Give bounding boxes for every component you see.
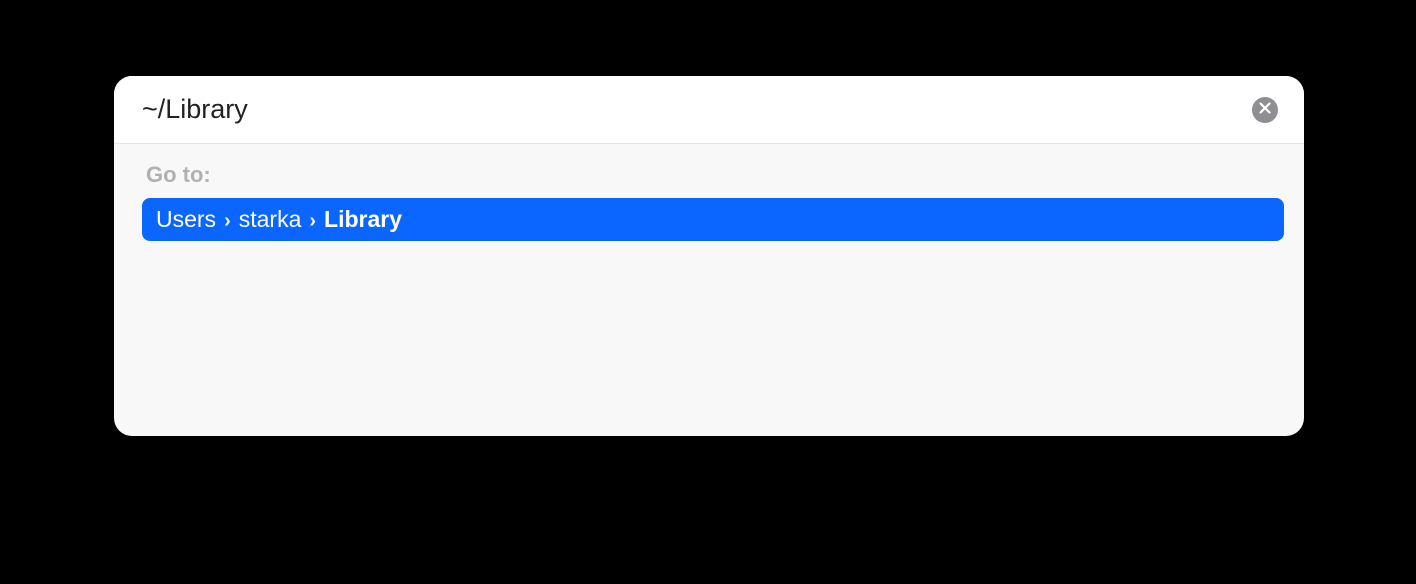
go-to-folder-dialog: Go to: Users › starka › Library: [114, 76, 1304, 436]
close-icon: [1259, 102, 1271, 117]
goto-label: Go to:: [146, 162, 1286, 188]
path-input[interactable]: [142, 94, 1240, 125]
chevron-right-icon: ›: [222, 210, 233, 233]
path-suggestion[interactable]: Users › starka › Library: [142, 198, 1284, 241]
breadcrumb-segment: starka: [239, 206, 302, 233]
input-row: [114, 76, 1304, 144]
clear-button[interactable]: [1252, 97, 1278, 123]
chevron-right-icon: ›: [307, 210, 318, 233]
breadcrumb-segment-final: Library: [324, 206, 402, 233]
breadcrumb-segment: Users: [156, 206, 216, 233]
suggestions-area: Go to: Users › starka › Library: [114, 144, 1304, 436]
